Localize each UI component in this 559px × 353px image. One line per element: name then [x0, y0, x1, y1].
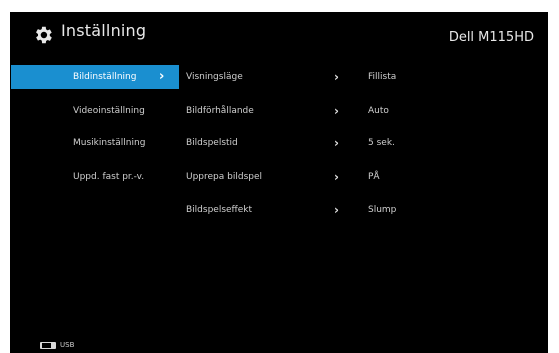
- gear-icon: [36, 26, 52, 44]
- setting-label: Bildförhållande: [186, 106, 254, 116]
- setting-label: Bildspelseffekt: [186, 205, 253, 215]
- setting-value: Auto: [368, 106, 389, 116]
- chevron-right-icon: ›: [334, 70, 339, 84]
- setting-value: 5 sek.: [368, 138, 395, 148]
- osd-screen: Inställning Dell M115HD Bildinställning …: [10, 12, 548, 353]
- sidebar-item-bildinstallning[interactable]: Bildinställning ›: [11, 65, 179, 89]
- device-model-label: Dell M115HD: [448, 30, 534, 45]
- chevron-right-icon: ›: [334, 104, 339, 118]
- sidebar-item-label: Uppd. fast pr.-v.: [73, 172, 145, 182]
- chevron-right-icon: ›: [159, 69, 165, 84]
- chevron-right-icon: ›: [334, 136, 339, 150]
- setting-row-visningslage[interactable]: Visningsläge › Fillista: [180, 65, 540, 89]
- chevron-right-icon: ›: [334, 170, 339, 184]
- setting-value: Fillista: [368, 72, 397, 82]
- usb-icon: [40, 342, 56, 349]
- sidebar-item-firmware-update[interactable]: Uppd. fast pr.-v.: [11, 165, 179, 189]
- sidebar-item-label: Bildinställning: [73, 72, 137, 82]
- setting-row-bildforhallande[interactable]: Bildförhållande › Auto: [180, 99, 540, 123]
- sidebar-item-label: Musikinställning: [73, 138, 146, 148]
- setting-row-upprepa-bildspel[interactable]: Upprepa bildspel › PÅ: [180, 165, 540, 189]
- setting-row-bildspelseffekt[interactable]: Bildspelseffekt › Slump: [180, 198, 540, 222]
- osd-header: Inställning Dell M115HD: [10, 12, 548, 54]
- setting-label: Visningsläge: [186, 72, 243, 82]
- page-title: Inställning: [61, 21, 147, 40]
- sidebar-item-musikinstallning[interactable]: Musikinställning: [11, 131, 179, 155]
- sidebar-item-label: Videoinställning: [73, 106, 145, 116]
- sidebar-item-videoinstallning[interactable]: Videoinställning: [11, 99, 179, 123]
- source-label: USB: [60, 341, 75, 349]
- chevron-right-icon: ›: [334, 203, 339, 217]
- setting-label: Upprepa bildspel: [186, 172, 263, 182]
- setting-value: PÅ: [368, 172, 380, 182]
- setting-label: Bildspelstid: [186, 138, 238, 148]
- setting-row-bildspelstid[interactable]: Bildspelstid › 5 sek.: [180, 131, 540, 155]
- setting-value: Slump: [368, 205, 397, 215]
